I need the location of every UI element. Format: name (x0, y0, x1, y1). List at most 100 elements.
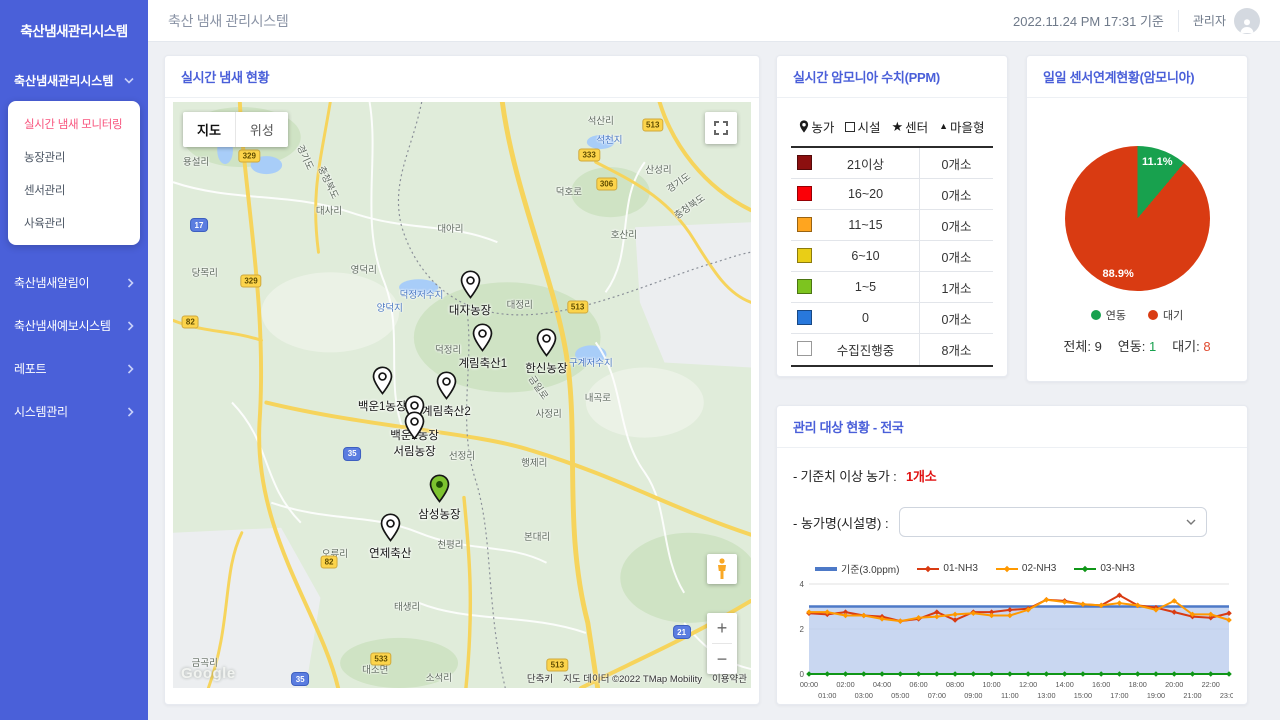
fullscreen-button[interactable] (705, 112, 737, 144)
farm-marker-label: 한신농장 (525, 360, 567, 376)
table-row: 1~51개소 (791, 272, 993, 303)
map-overlays: 용설리당목리대사리대아리영덕리석산리석천지산성리호산리덕호로덕정저수지양덕지덕정… (173, 102, 751, 688)
level-range: 11~15 (812, 210, 919, 240)
sidebar-group-label: 축산냄새관리시스템 (14, 72, 113, 89)
map-place-label: 양덕지 (377, 300, 403, 314)
svg-text:13:00: 13:00 (1037, 691, 1055, 700)
map-attribution: 단축키 지도 데이터 ©2022 TMap Mobility 이용약관 (527, 671, 747, 685)
map-shortcuts-link[interactable]: 단축키 (527, 671, 553, 685)
svg-text:12:00: 12:00 (1019, 680, 1037, 689)
zoom-out-button[interactable]: − (707, 644, 737, 674)
svg-text:20:00: 20:00 (1165, 680, 1183, 689)
map-place-label: 소석리 (426, 670, 452, 684)
svg-text:10:00: 10:00 (982, 680, 1000, 689)
map-pin-icon (380, 513, 401, 542)
level-count: 8개소 (919, 334, 993, 365)
avatar[interactable] (1234, 8, 1260, 34)
map-place-label: 태생리 (394, 599, 420, 613)
legend-village: ▲ 마을형 (939, 117, 984, 136)
user-menu[interactable]: 관리자 (1193, 8, 1260, 34)
top-header: 축산 냄새 관리시스템 2022.11.24 PM 17:31 기준 관리자 (148, 0, 1280, 42)
svg-text:03:00: 03:00 (855, 691, 873, 700)
ammonia-marker-legend: 농가 시설 ★ 센터 ▲ 마을형 (791, 117, 993, 136)
page-title: 축산 냄새 관리시스템 (168, 11, 288, 31)
svg-text:2: 2 (800, 625, 805, 634)
sidebar-item-farm-management[interactable]: 농장관리 (8, 140, 140, 173)
sidebar-item-sensor-management[interactable]: 센서관리 (8, 173, 140, 206)
road-badge: 35 (343, 447, 361, 461)
sidebar-item-odor-forecast[interactable]: 축산냄새예보시스템 (0, 304, 148, 347)
level-count: 0개소 (919, 179, 993, 209)
svg-text:00:00: 00:00 (800, 680, 818, 689)
map[interactable]: 용설리당목리대사리대아리영덕리석산리석천지산성리호산리덕호로덕정저수지양덕지덕정… (173, 102, 751, 688)
pie-legend-waiting: 대기 (1148, 307, 1183, 323)
zoom-in-button[interactable]: + (707, 613, 737, 643)
star-icon: ★ (891, 120, 903, 133)
map-place-label: 대정리 (507, 297, 533, 311)
pie-legend-dot (1091, 310, 1101, 320)
map-panel-title: 실시간 냄새 현황 (165, 56, 759, 98)
road-badge: 533 (370, 652, 391, 665)
table-row: 11~150개소 (791, 210, 993, 241)
map-place-label: 석산리 (588, 113, 614, 127)
svg-text:04:00: 04:00 (873, 680, 891, 689)
svg-text:23:00: 23:00 (1220, 691, 1233, 700)
sensor-stats: 전체: 9연동: 1대기: 8 (1063, 336, 1210, 355)
legend-item: 02-NH3 (996, 563, 1056, 574)
table-row: 00개소 (791, 303, 993, 334)
app-logo: 축산냄새관리시스템 (0, 0, 148, 60)
road-badge: 82 (182, 315, 199, 328)
road-badge: 329 (240, 274, 261, 287)
level-color-swatch (797, 279, 812, 294)
pie-slice-label-waiting: 88.9% (1103, 268, 1134, 280)
farm-select-label: - 농가명(시설명) : (793, 513, 889, 532)
map-place-label: 충청북도 (315, 163, 342, 201)
fullscreen-icon (714, 121, 728, 135)
sidebar-group-livestock-odor[interactable]: 축산냄새관리시스템 (0, 60, 148, 97)
person-icon (1238, 16, 1256, 34)
road-badge: 333 (578, 148, 599, 161)
sidebar-item-realtime-odor-monitoring[interactable]: 실시간 냄새 모니터링 (8, 107, 140, 140)
svg-text:06:00: 06:00 (909, 680, 927, 689)
map-place-label: 행제리 (521, 455, 547, 469)
map-place-label: 덕호로 (556, 184, 582, 198)
road-badge: 82 (321, 556, 338, 569)
legend-center: ★ 센터 (891, 117, 928, 136)
header-divider (1178, 10, 1179, 32)
terms-link[interactable]: 이용약관 (712, 671, 747, 685)
ammonia-level-table: 21이상0개소16~200개소11~150개소6~100개소1~51개소00개소… (791, 146, 993, 367)
sidebar-item-breeding-management[interactable]: 사육관리 (8, 206, 140, 239)
map-place-label: 석천지 (596, 132, 622, 146)
map-place-label: 호산리 (611, 227, 637, 241)
threshold-row: - 기준치 이상 농가 : 1개소 (793, 466, 1231, 485)
sidebar-item-report[interactable]: 레포트 (0, 347, 148, 390)
sidebar-submenu: 실시간 냄새 모니터링 농장관리 센서관리 사육관리 (8, 101, 140, 245)
sidebar-item-system-management[interactable]: 시스템관리 (0, 390, 148, 433)
chevron-down-icon (1186, 519, 1196, 525)
map-place-label: 덕정저수지 (400, 287, 444, 301)
table-row: 21이상0개소 (791, 148, 993, 179)
road-badge: 21 (673, 625, 691, 639)
map-place-label: 덕정리 (435, 342, 461, 356)
map-place-label: 경기도 (294, 142, 318, 172)
map-pin-icon (472, 323, 493, 352)
satellite-view-button[interactable]: 위성 (236, 112, 288, 147)
street-view-pegman[interactable] (707, 554, 737, 584)
level-range: 21이상 (812, 148, 919, 178)
svg-text:19:00: 19:00 (1147, 691, 1165, 700)
farm-marker-label: 삼성농장 (418, 506, 460, 522)
user-name: 관리자 (1193, 12, 1226, 29)
map-view-button[interactable]: 지도 (183, 112, 235, 147)
farm-select[interactable] (899, 507, 1207, 537)
map-place-label: 용설리 (183, 154, 209, 168)
map-data-credit: 지도 데이터 ©2022 TMap Mobility (563, 671, 702, 685)
sidebar: 축산냄새관리시스템 축산냄새관리시스템 실시간 냄새 모니터링 농장관리 센서관… (0, 0, 148, 720)
pin-icon (799, 120, 809, 133)
chevron-right-icon (127, 321, 134, 331)
farm-marker-label: 백운1농장 (358, 398, 407, 414)
chevron-right-icon (127, 407, 134, 417)
level-color-swatch (797, 155, 812, 170)
table-row: 16~200개소 (791, 179, 993, 210)
level-color-swatch (797, 248, 812, 263)
sidebar-item-odor-alert[interactable]: 축산냄새알림이 (0, 261, 148, 304)
